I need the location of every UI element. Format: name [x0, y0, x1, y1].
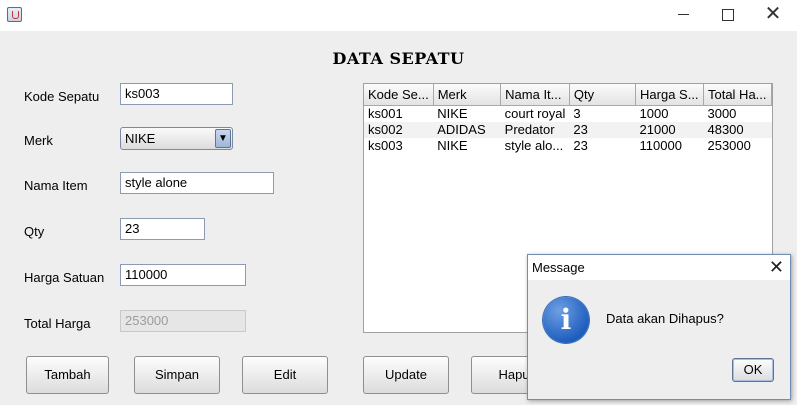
maximize-icon	[722, 8, 734, 21]
table-cell: NIKE	[437, 138, 468, 153]
table-row[interactable]: ks001 NIKE court royal 3 1000 3000	[364, 106, 772, 123]
table-cell: Predator	[500, 122, 570, 138]
table-cell: 110000	[639, 138, 682, 153]
nama-item-field[interactable]: style alone	[120, 172, 274, 194]
update-button[interactable]: Update	[363, 356, 449, 394]
nama-item-label: Nama Item	[24, 178, 88, 193]
close-button[interactable]: ✕	[750, 0, 796, 31]
harga-satuan-field[interactable]: 110000	[120, 264, 246, 286]
table-cell: 48300	[703, 122, 772, 138]
table-cell: 1000	[639, 106, 669, 121]
tambah-button[interactable]: Tambah	[26, 356, 109, 394]
table-row[interactable]: ks003 NIKE style alo... 23 110000 253000	[364, 138, 772, 154]
qty-field[interactable]: 23	[120, 218, 205, 240]
chevron-down-icon[interactable]: ▼	[215, 129, 231, 148]
simpan-button[interactable]: Simpan	[134, 356, 220, 394]
total-harga-field: 253000	[120, 310, 246, 332]
close-icon[interactable]: ✕	[769, 257, 784, 278]
table-cell: 23	[573, 138, 588, 153]
table-cell: ks003	[368, 138, 403, 153]
ok-button[interactable]: OK	[732, 358, 774, 382]
edit-button[interactable]: Edit	[242, 356, 328, 394]
table-cell: style alo...	[504, 138, 564, 153]
merk-select[interactable]: NIKE ▼	[120, 127, 233, 150]
table-cell: ks002	[364, 122, 434, 138]
table-cell: NIKE	[437, 106, 468, 121]
minimize-icon	[677, 14, 689, 16]
message-dialog: Message ✕ i Data akan Dihapus? OK	[527, 254, 791, 400]
column-header[interactable]: Merk	[433, 84, 502, 106]
table-cell: court royal	[504, 106, 566, 121]
harga-satuan-label: Harga Satuan	[24, 270, 105, 285]
java-app-icon	[7, 7, 22, 22]
info-icon: i	[543, 297, 589, 343]
maximize-button[interactable]	[705, 0, 751, 31]
column-header[interactable]: Harga S...	[635, 84, 704, 106]
column-header[interactable]: Total Ha...	[703, 84, 772, 106]
dialog-title: Message	[532, 260, 585, 275]
merk-label: Merk	[24, 133, 53, 148]
column-header[interactable]: Qty	[569, 84, 637, 106]
table-cell: 21000	[635, 122, 704, 138]
table-cell: ADIDAS	[433, 122, 501, 138]
page-title: DATA SEPATU	[332, 49, 465, 68]
table-row[interactable]: ks002 ADIDAS Predator 23 21000 48300	[364, 122, 772, 138]
table-cell: 23	[569, 122, 636, 138]
table-header-row: Kode Se... Merk Nama It... Qty Harga S..…	[364, 84, 772, 106]
table-cell: ks001	[368, 106, 403, 121]
window-titlebar: ✕	[0, 0, 797, 31]
qty-label: Qty	[24, 224, 45, 239]
table-cell: 253000	[707, 138, 751, 153]
dialog-message: Data akan Dihapus?	[606, 311, 724, 326]
column-header[interactable]: Nama It...	[500, 84, 570, 106]
kode-sepatu-label: Kode Sepatu	[24, 89, 100, 104]
table-cell: 3	[573, 106, 581, 121]
total-harga-label: Total Harga	[24, 316, 91, 331]
column-header[interactable]: Kode Se...	[364, 84, 434, 106]
kode-sepatu-field[interactable]: ks003	[120, 83, 233, 105]
close-icon: ✕	[764, 3, 782, 25]
minimize-button[interactable]	[660, 0, 706, 31]
dialog-titlebar: Message ✕	[528, 255, 790, 280]
merk-selected-value: NIKE	[125, 131, 156, 146]
table-cell: 3000	[707, 106, 737, 121]
